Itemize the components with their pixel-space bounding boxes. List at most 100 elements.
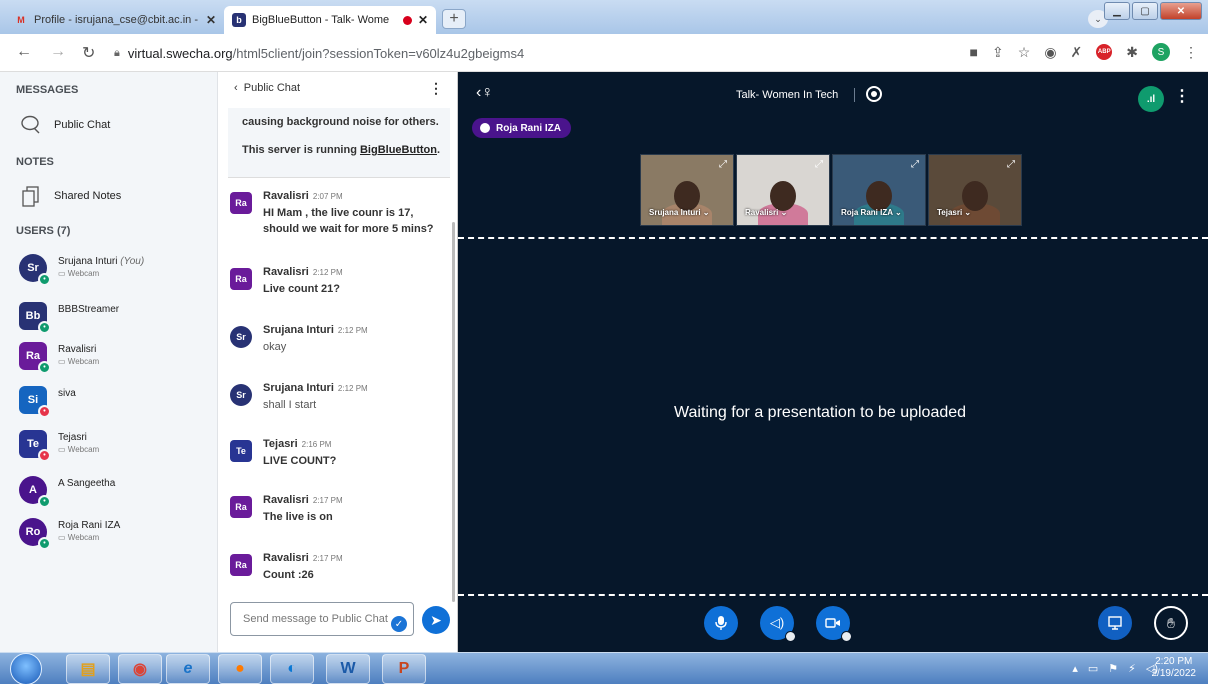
unmuted-status-icon: • <box>38 537 51 550</box>
webcam-name-label[interactable]: Tejasri ⌄ <box>937 208 971 217</box>
bigbluebutton-link[interactable]: BigBlueButton <box>360 144 437 156</box>
participant-face <box>674 181 700 211</box>
network-icon[interactable]: ▭ <box>1088 662 1098 675</box>
message-avatar: Ra <box>230 192 252 214</box>
user-name-text: Srujana Inturi <box>58 256 118 267</box>
new-tab-button[interactable]: + <box>442 9 466 29</box>
audio-options-icon[interactable] <box>785 631 796 642</box>
webcam-button[interactable] <box>816 606 852 642</box>
user-list-item[interactable]: Ro • Roja Rani IZA ▭ Webcam <box>19 518 120 550</box>
profile-avatar[interactable]: S <box>1152 43 1170 61</box>
extensions-puzzle-icon[interactable]: ✱ <box>1126 44 1138 61</box>
user-list-item[interactable]: Sr • Srujana Inturi (You) ▭ Webcam <box>19 254 144 286</box>
shared-notes-label: Shared Notes <box>54 190 122 202</box>
file-explorer-icon[interactable]: ▤ <box>66 654 110 684</box>
firefox-icon[interactable]: ● <box>218 654 262 684</box>
user-list-item[interactable]: Bb • BBBStreamer <box>19 302 119 334</box>
chat-back-button[interactable]: ‹ Public Chat <box>234 82 300 94</box>
bookmark-star-icon[interactable]: ☆ <box>1018 44 1031 61</box>
message-text: okay <box>263 341 287 353</box>
minimize-icon[interactable]: ▁ <box>1104 2 1130 20</box>
camera-indicator-icon[interactable]: ■ <box>970 44 978 60</box>
chat-message-input[interactable]: Send message to Public Chat ✓ <box>230 602 414 636</box>
close-window-icon[interactable]: ✕ <box>1160 2 1202 20</box>
user-initials: Bb <box>25 310 41 322</box>
welcome-server-line: This server is running BigBlueButton. <box>242 142 450 158</box>
webcam-name-label[interactable]: Roja Rani IZA ⌄ <box>841 208 902 217</box>
toggle-userlist-icon[interactable]: ‹♀︎ <box>476 84 493 102</box>
user-list-item[interactable]: A • A Sangeetha <box>19 476 115 508</box>
flag-icon[interactable]: ⚑ <box>1108 662 1118 675</box>
public-chat-label: Public Chat <box>54 119 111 131</box>
webcam-label: Webcam <box>67 533 100 542</box>
close-tab-icon[interactable]: ✕ <box>206 13 216 27</box>
internet-explorer-icon[interactable]: e <box>166 654 210 684</box>
fullscreen-icon[interactable]: ⤢ <box>719 159 727 170</box>
presentation-button[interactable] <box>1098 606 1132 640</box>
close-tab-icon[interactable]: ✕ <box>418 13 428 27</box>
back-icon[interactable]: ← <box>16 43 32 61</box>
presentation-placeholder: Waiting for a presentation to be uploade… <box>674 404 967 421</box>
sender-name: Srujana Inturi <box>263 382 334 394</box>
user-name: Srujana Inturi (You) <box>58 255 144 268</box>
talking-indicator: Roja Rani IZA <box>472 118 572 138</box>
reload-icon[interactable]: ↻ <box>82 43 95 63</box>
audio-button[interactable]: ◁) <box>760 606 796 642</box>
url-field[interactable]: 🔒︎ virtual.swecha.org /html5client/join?… <box>110 40 930 66</box>
word-icon[interactable]: W <box>326 654 370 684</box>
tray-expand-icon[interactable]: ▴ <box>1072 662 1078 675</box>
start-button[interactable] <box>10 653 42 684</box>
forward-icon[interactable]: → <box>50 43 66 61</box>
user-list-item[interactable]: Ra • Ravalisri ▭ Webcam <box>19 342 99 374</box>
powerpoint-icon[interactable]: P <box>382 654 426 684</box>
webcam-tile[interactable]: ⤢ Srujana Inturi ⌄ <box>640 154 734 226</box>
maximize-icon[interactable]: ▢ <box>1132 2 1158 20</box>
webcam-tile[interactable]: ⤢ Ravalisri ⌄ <box>736 154 830 226</box>
extension-x-icon[interactable]: ✗ <box>1071 44 1083 61</box>
webcam-name-label[interactable]: Ravalisri ⌄ <box>745 208 787 217</box>
lock-icon[interactable]: 🔒︎ <box>114 47 120 60</box>
sender-name: Srujana Inturi <box>263 324 334 336</box>
message-body: Ravalisri 2:07 PM HI Mam , the live counr … <box>263 188 452 237</box>
extension-g-icon[interactable]: ◉ <box>1044 44 1056 61</box>
sidebar-item-shared-notes[interactable]: Shared Notes <box>20 185 121 207</box>
browser-tab-strip: M Profile - isrujana_cse@cbit.ac.in - ✕ … <box>0 0 1208 34</box>
connection-status-button[interactable]: .ıl <box>1138 86 1164 112</box>
fullscreen-icon[interactable]: ⤢ <box>1007 159 1015 170</box>
webcam-options-icon[interactable] <box>841 631 852 642</box>
chrome-icon[interactable]: ◉ <box>118 654 162 684</box>
edge-icon[interactable]: ◐ <box>270 654 314 684</box>
user-info: BBBStreamer <box>58 303 119 316</box>
user-info: Srujana Inturi (You) ▭ Webcam <box>58 255 144 279</box>
taskbar-clock[interactable]: 2:20 PM 2/19/2022 <box>1152 656 1197 680</box>
sidebar-item-public-chat[interactable]: Public Chat <box>20 114 110 136</box>
message-body: Srujana Inturi 2:12 PM shall I start <box>263 380 368 413</box>
user-info: A Sangeetha <box>58 477 115 490</box>
raise-hand-button[interactable]: ✋︎ <box>1154 606 1188 640</box>
webcam-tile[interactable]: ⤢ Tejasri ⌄ <box>928 154 1022 226</box>
message-time: 2:12 PM <box>312 268 343 277</box>
send-message-button[interactable]: ➤ <box>422 606 450 634</box>
power-icon[interactable]: ⚡︎ <box>1128 662 1136 675</box>
fullscreen-icon[interactable]: ⤢ <box>815 159 823 170</box>
chevron-down-icon: ⌄ <box>962 208 972 217</box>
adblock-icon[interactable]: ABP <box>1096 44 1113 60</box>
microphone-button[interactable] <box>704 606 738 640</box>
webcam-name-label[interactable]: Srujana Inturi ⌄ <box>649 208 710 217</box>
message-sender: Ravalisri 2:17 PM <box>263 492 343 509</box>
browser-menu-icon[interactable]: ⋮ <box>1184 44 1198 61</box>
chat-options-icon[interactable]: ⋮ <box>429 80 443 97</box>
sender-name: Ravalisri <box>263 494 309 506</box>
user-list-item[interactable]: Si • siva <box>19 386 76 418</box>
browser-tab-bigbluebutton[interactable]: b BigBlueButton - Talk- Wome ✕ <box>224 6 436 34</box>
chat-scrollbar[interactable] <box>452 222 455 602</box>
webcam-tile[interactable]: ⤢ Roja Rani IZA ⌄ <box>832 154 926 226</box>
user-list-item[interactable]: Te • Tejasri ▭ Webcam <box>19 430 99 462</box>
fullscreen-icon[interactable]: ⤢ <box>911 159 919 170</box>
options-menu-icon[interactable]: ⋮ <box>1174 86 1190 106</box>
share-icon[interactable]: ⇪ <box>992 44 1004 61</box>
camera-icon <box>825 618 840 628</box>
chevron-down-icon: ⌄ <box>778 208 788 217</box>
recording-indicator-icon[interactable] <box>866 86 882 102</box>
browser-tab-gmail[interactable]: M Profile - isrujana_cse@cbit.ac.in - ✕ <box>6 6 224 34</box>
